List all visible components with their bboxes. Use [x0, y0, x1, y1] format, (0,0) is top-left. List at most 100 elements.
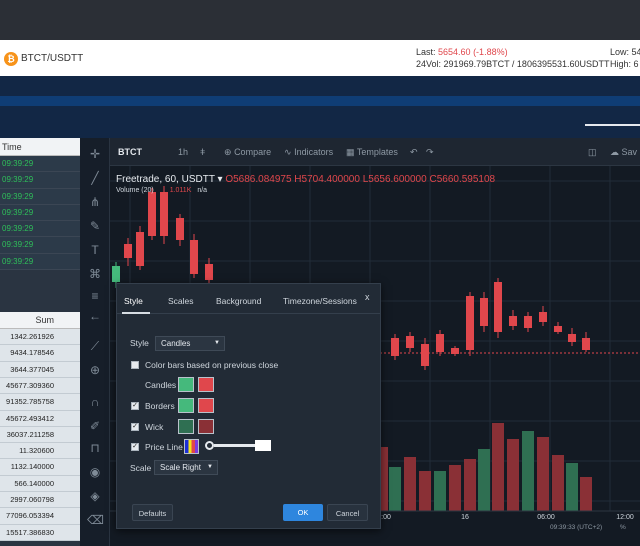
trade-history-panel: Time 09:39:29 09:39:29 09:39:29 09:39:29 09:… [0, 138, 80, 546]
trend-line-icon[interactable]: ╱ [87, 170, 103, 186]
volume-bar [389, 467, 401, 511]
active-tab-indicator [122, 312, 150, 314]
candles-up-color-swatch[interactable] [178, 377, 194, 392]
trade-time-row: 09:39:29 [0, 188, 80, 205]
pair-name[interactable]: BTCT/USDTT [21, 53, 83, 64]
undo-icon[interactable]: ↶ [410, 147, 418, 158]
price-line-color-swatch[interactable] [184, 439, 199, 454]
ticker-header: ₿ BTCT/USDTT Last: 5654.60 (-1.88%) 24Vo… [0, 40, 640, 76]
x-axis-tick-label: 12:00 [616, 514, 634, 521]
last-price: Last: 5654.60 (-1.88%) [416, 47, 508, 57]
tab-divider [117, 313, 380, 314]
text-icon[interactable]: T [87, 242, 103, 258]
screenshot-icon[interactable]: ◫ [588, 147, 597, 158]
fork-icon[interactable]: ⋔ [87, 194, 103, 210]
ok-button[interactable]: OK [283, 504, 323, 521]
last-label: Last: [416, 47, 436, 57]
time-readout: 09:39:33 (UTC+2) [550, 524, 602, 531]
crosshair-icon[interactable]: ✛ [87, 146, 103, 162]
trade-time-row: 09:39:29 [0, 204, 80, 222]
style-select[interactable]: Candles ▼ [155, 336, 225, 351]
lock-icon[interactable]: ⊓ [87, 440, 103, 456]
volume-bar [507, 439, 519, 511]
layers-icon[interactable]: ◈ [87, 488, 103, 504]
candle-body [466, 296, 474, 350]
open-label: O [225, 174, 234, 185]
candles-down-color-swatch[interactable] [198, 377, 214, 392]
line-width-slider-track[interactable] [214, 444, 258, 447]
candle-body [205, 264, 213, 280]
wick-checkbox[interactable]: ✓ [131, 423, 139, 431]
legend-title[interactable]: Freetrade, 60, USDTT [116, 174, 215, 185]
trash-icon[interactable]: ⌫ [87, 512, 104, 528]
candle-body [406, 336, 414, 348]
trade-time-row: 09:39:29 [0, 253, 80, 271]
close-button[interactable]: x [365, 292, 370, 302]
volume-bar [580, 477, 592, 511]
volume-bar [449, 465, 461, 511]
magnet-icon[interactable]: ∩ [87, 394, 103, 410]
candle-body [509, 316, 517, 326]
tab-scales[interactable]: Scales [168, 296, 194, 306]
volume-24h: 24Vol: 291969.79BTCT / 1806395531.60USDT… [416, 59, 610, 69]
candle-body [136, 232, 144, 266]
order-sum-row: 566.140000 [0, 475, 80, 493]
high-price: High: 6 [610, 59, 639, 69]
chevron-down-icon: ▼ [207, 464, 213, 470]
candle-type-icon[interactable]: ǂ [200, 147, 205, 157]
trade-time-row: 09:39:29 [0, 221, 80, 238]
legend-dropdown-icon[interactable]: ▾ [215, 174, 226, 185]
pattern-icon[interactable]: ⌘ [87, 266, 103, 282]
templates-button[interactable]: ▦ Templates [346, 147, 398, 158]
back-arrow-icon[interactable]: ← [87, 308, 103, 324]
indicators-button[interactable]: ∿ Indicators [284, 147, 333, 158]
nav-underline [585, 124, 640, 126]
trade-time-row: 09:39:29 [0, 156, 80, 173]
save-button[interactable]: ☁ Sav [610, 147, 637, 158]
defaults-button[interactable]: Defaults [132, 504, 173, 521]
ruler-icon[interactable]: ⟋ [87, 338, 103, 354]
pencil-lock-icon[interactable]: ✐ [87, 418, 103, 434]
order-sum-row: 91352.785758 [0, 394, 80, 411]
save-icon: ☁ [610, 147, 619, 157]
vol-label: 24Vol: [416, 59, 442, 69]
volume-label[interactable]: Volume (20) [116, 187, 154, 194]
symbol-button[interactable]: BTCT [118, 147, 142, 157]
color-bars-checkbox[interactable] [131, 361, 139, 369]
candles-label: Candles [145, 380, 177, 390]
nav-stripe [0, 96, 640, 106]
tab-timezone-sessions[interactable]: Timezone/Sessions [283, 296, 357, 306]
tab-style[interactable]: Style [124, 296, 143, 306]
eye-icon[interactable]: ◉ [87, 464, 103, 480]
x-axis-tick-label: :00 [381, 514, 391, 521]
borders-up-color-swatch[interactable] [178, 398, 194, 413]
wick-label: Wick [145, 422, 164, 432]
zoom-icon[interactable]: ⊕ [87, 362, 103, 378]
navbar [0, 76, 640, 138]
scale-select[interactable]: Scale Right ▼ [154, 460, 218, 475]
wick-up-color-swatch[interactable] [178, 419, 194, 434]
tab-background[interactable]: Background [216, 296, 261, 306]
redo-icon[interactable]: ↷ [426, 147, 434, 158]
volume-bar [434, 471, 446, 511]
order-sum-row: 1342.261926 [0, 329, 80, 346]
sum-column-header: Sum [0, 312, 80, 330]
style-label: Style [130, 338, 149, 348]
borders-down-color-swatch[interactable] [198, 398, 214, 413]
scale-label: Scale [130, 463, 152, 473]
line-style-select[interactable] [255, 440, 271, 451]
borders-checkbox[interactable]: ✓ [131, 402, 139, 410]
wick-down-color-swatch[interactable] [198, 419, 214, 434]
compare-icon: ⊕ [224, 147, 232, 157]
interval-button[interactable]: 1h [178, 147, 188, 157]
cancel-button[interactable]: Cancel [327, 504, 368, 521]
candle-body [480, 298, 488, 326]
chart-topbar: BTCT 1h ǂ ⊕ Compare ∿ Indicators ▦ Templ… [110, 138, 640, 166]
fib-icon[interactable]: ≡ [87, 288, 103, 304]
compare-button[interactable]: ⊕ Compare [224, 147, 271, 158]
brush-icon[interactable]: ✎ [87, 218, 103, 234]
line-width-slider-handle[interactable] [205, 441, 214, 450]
price-line-checkbox[interactable]: ✓ [131, 443, 139, 451]
candle-body [160, 192, 168, 236]
volume-bar [404, 457, 416, 511]
